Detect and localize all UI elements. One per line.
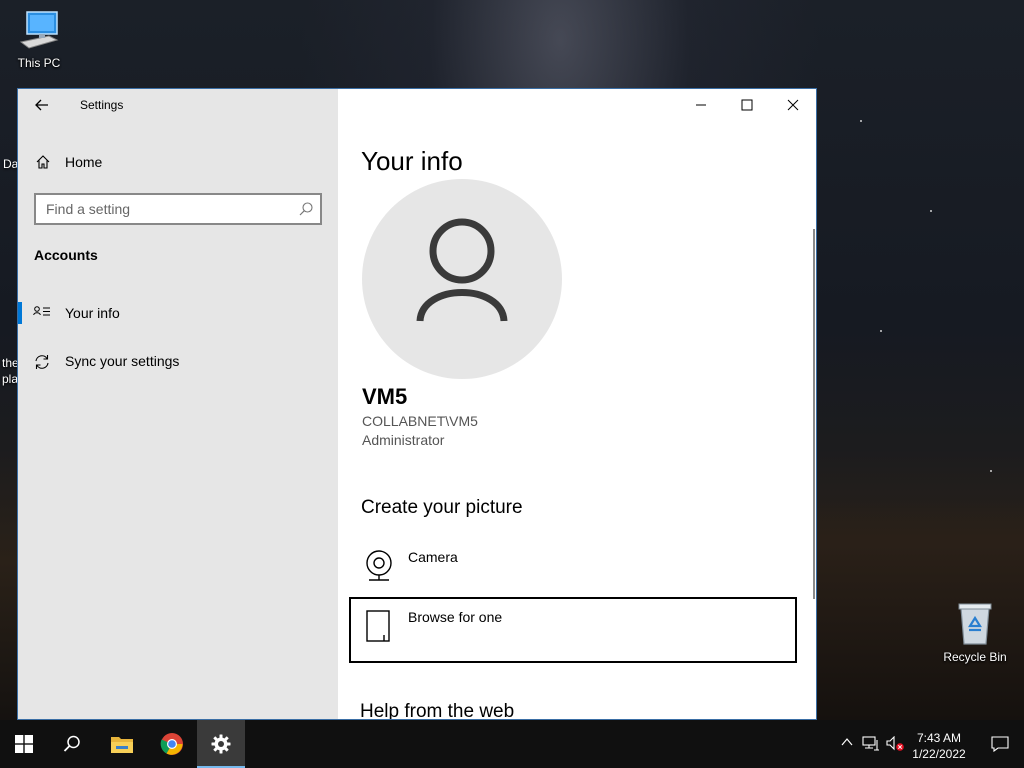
show-hidden-icons-chevron [841, 738, 853, 746]
maximize-button[interactable] [724, 89, 770, 121]
chrome-button[interactable] [148, 720, 196, 768]
taskbar: 7:43 AM 1/22/2022 [0, 720, 1024, 768]
network-icon [862, 736, 879, 751]
chrome-icon [160, 733, 183, 755]
taskbar-clock[interactable]: 7:43 AM 1/22/2022 [904, 730, 974, 762]
browse-file-icon [366, 610, 390, 642]
nav-home[interactable]: Home [18, 147, 338, 177]
sync-icon [35, 355, 49, 369]
file-explorer-button[interactable] [98, 720, 146, 768]
close-icon [787, 99, 799, 111]
create-picture-heading: Create your picture [361, 497, 523, 518]
nav-item-label: Sync your settings [65, 353, 180, 369]
volume-muted-icon [886, 736, 904, 751]
app-title: Settings [80, 98, 124, 112]
clock-time: 7:43 AM [916, 731, 962, 745]
windows-start-icon [15, 735, 33, 753]
nav-home-label: Home [65, 154, 103, 170]
maximize-icon [741, 99, 753, 111]
back-arrow-icon [35, 99, 48, 111]
wallpaper-star [860, 120, 862, 122]
camera-option[interactable]: Camera [349, 537, 797, 603]
title-bar[interactable]: Settings [18, 89, 338, 121]
desktop-icon-this-pc[interactable]: This PC [4, 10, 74, 70]
user-name: VM5 [362, 384, 408, 409]
wallpaper-star [990, 470, 992, 472]
picture-option-label: Camera [408, 549, 458, 565]
camera-icon [366, 550, 392, 581]
back-button[interactable] [32, 95, 52, 115]
settings-taskbar-button[interactable] [197, 720, 245, 768]
home-icon [36, 155, 50, 169]
wallpaper-star [930, 210, 932, 212]
show-hidden-icons-button[interactable] [838, 720, 856, 768]
find-setting-search[interactable] [34, 193, 322, 225]
selection-indicator [18, 302, 22, 324]
partial-desktop-label: pla [2, 372, 19, 386]
settings-window: Settings Home Accounts Your info [17, 88, 817, 720]
nav-item-sync-settings[interactable]: Sync your settings [18, 343, 338, 379]
start-button[interactable] [0, 720, 48, 768]
content-scrollbar[interactable] [813, 229, 815, 599]
desktop-icon-label: Recycle Bin [943, 650, 1007, 664]
search-input[interactable] [36, 195, 286, 223]
clock-date: 1/22/2022 [912, 747, 966, 761]
notification-center-icon [991, 736, 1009, 752]
taskbar-search-button[interactable] [48, 720, 96, 768]
close-button[interactable] [770, 89, 816, 121]
volume-tray-button[interactable] [884, 720, 906, 768]
network-tray-button[interactable] [860, 720, 882, 768]
user-domain-account: COLLABNET\VM5 [362, 413, 478, 429]
settings-gear-icon [211, 734, 231, 754]
action-center-button[interactable] [978, 720, 1024, 768]
browse-for-one-option[interactable]: Browse for one [349, 597, 797, 663]
wallpaper-star [880, 330, 882, 332]
nav-item-your-info[interactable]: Your info [18, 295, 338, 331]
nav-item-label: Your info [65, 305, 120, 321]
help-from-web-heading: Help from the web [360, 701, 515, 720]
minimize-icon [696, 104, 706, 106]
user-avatar [362, 179, 562, 379]
search-icon [63, 735, 80, 752]
page-title: Your info [361, 146, 463, 176]
desktop-icon-recycle-bin[interactable]: Recycle Bin [940, 600, 1010, 664]
desktop-icon-label: This PC [17, 56, 61, 70]
user-silhouette-icon [416, 218, 508, 322]
search-icon[interactable] [298, 201, 314, 217]
file-explorer-icon [111, 737, 133, 753]
user-role: Administrator [362, 432, 445, 448]
contact-info-icon [33, 306, 50, 316]
minimize-button[interactable] [678, 89, 724, 121]
settings-content-pane: Your info VM5 COLLABNET\VM5 Administrato… [338, 89, 816, 719]
computer-icon [19, 11, 59, 49]
settings-nav-pane: Settings Home Accounts Your info [18, 89, 338, 719]
recycle-bin-icon [958, 603, 992, 645]
nav-section-title: Accounts [34, 247, 98, 263]
picture-option-label: Browse for one [408, 609, 503, 625]
